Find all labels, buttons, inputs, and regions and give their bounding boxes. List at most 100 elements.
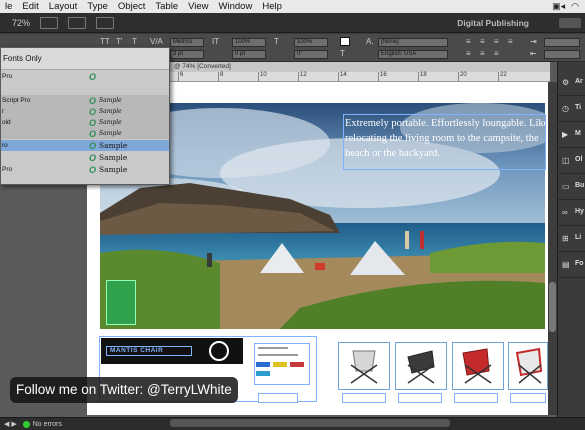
align-away-spine-icon[interactable]: ≡: [494, 49, 499, 58]
menu-view[interactable]: View: [183, 1, 213, 12]
font-menu-filter[interactable]: Fonts Only: [1, 48, 169, 70]
panel-tab-object-states[interactable]: ◫ Ol: [558, 148, 585, 174]
workspace-switcher[interactable]: Digital Publishing: [457, 18, 529, 28]
vertical-scale-field[interactable]: 100%: [232, 38, 266, 47]
chair-caption-frame[interactable]: [510, 393, 546, 403]
price-frame[interactable]: [258, 393, 298, 403]
hero-caption-frame[interactable]: Extremely portable. Effortlessly loungab…: [343, 114, 550, 170]
menu-bar: le Edit Layout Type Object Table View Wi…: [0, 0, 585, 13]
chair-thumbnail[interactable]: [452, 342, 504, 390]
align-center-icon[interactable]: ≡: [480, 37, 485, 46]
font-sample: Sample: [99, 130, 122, 137]
font-menu-dropdown[interactable]: Fonts Only Pro O Script Pro O Sample r O…: [0, 47, 170, 185]
panel-tab-buttons[interactable]: ▭ Bu: [558, 174, 585, 200]
superscript-icon[interactable]: T': [116, 37, 122, 46]
opentype-icon: O: [89, 152, 97, 163]
view-options-button[interactable]: [40, 16, 59, 29]
left-indent-field[interactable]: [544, 38, 580, 47]
panel-tab-liquid-layout[interactable]: ⊞ Li: [558, 226, 585, 252]
font-menu-item[interactable]: Script Pro O Sample: [1, 95, 169, 106]
font-name: ro: [2, 142, 8, 149]
panel-tab-timing[interactable]: ◷ Ti: [558, 96, 585, 122]
align-towards-spine-icon[interactable]: ≡: [480, 49, 485, 58]
skew-field[interactable]: 0°: [294, 50, 328, 59]
fill-swatch[interactable]: [340, 37, 350, 46]
brand-logo[interactable]: [209, 341, 229, 361]
font-name: Script Pro: [2, 97, 31, 104]
align-left-icon[interactable]: ≡: [466, 37, 471, 46]
vertical-scrollbar[interactable]: [548, 82, 557, 415]
chair-black-image: [407, 350, 435, 384]
horizontal-scrollbar[interactable]: [170, 419, 450, 427]
font-menu-item-selected[interactable]: ro O Sample: [1, 140, 169, 151]
preflight-status-icon[interactable]: [22, 420, 30, 428]
panel-dock: ⚙ Ar ◷ Ti ▶ M ◫ Ol ▭ Bu ∞ Hy ⊞ Li ▤ Fo: [557, 62, 585, 417]
all-caps-icon[interactable]: TT: [100, 37, 110, 46]
panel-tab-arrange[interactable]: ⚙ Ar: [558, 70, 585, 96]
scrollbar-thumb[interactable]: [549, 282, 556, 332]
panel-tab-folio[interactable]: ▤ Fo: [558, 252, 585, 278]
panel-tab-label: M: [575, 130, 581, 137]
ruler-tick: 20: [458, 72, 467, 82]
chair-red-white-image: [515, 347, 543, 384]
spec-line: [258, 347, 288, 349]
search-field[interactable]: [559, 17, 581, 28]
menu-type[interactable]: Type: [82, 1, 113, 12]
underline-icon[interactable]: T: [132, 37, 137, 46]
horizontal-scale-field[interactable]: 100%: [294, 38, 328, 47]
menu-table[interactable]: Table: [150, 1, 183, 12]
spec-line: [258, 354, 298, 356]
font-menu-item[interactable]: Pro O: [1, 71, 169, 82]
left-indent-icon: ⇥: [530, 37, 537, 46]
font-sample: Sample: [99, 108, 122, 115]
document-tab[interactable]: @ 74% [Converted]: [170, 62, 550, 72]
font-sample: Sample: [99, 153, 128, 162]
screen-mode-button[interactable]: [68, 16, 87, 29]
font-menu-item[interactable]: O Sample: [1, 152, 169, 163]
language-select[interactable]: English: USA: [378, 50, 448, 59]
font-menu-item[interactable]: old O Sample: [1, 117, 169, 128]
chair-caption-frame[interactable]: [342, 393, 386, 403]
menu-help[interactable]: Help: [257, 1, 287, 12]
chair-thumbnail[interactable]: [395, 342, 447, 390]
font-sample: Sample: [99, 97, 122, 104]
chair-caption-frame[interactable]: [398, 393, 442, 403]
chair-thumbnail[interactable]: [508, 342, 548, 390]
font-menu-item[interactable]: O Sample: [1, 128, 169, 139]
ruler-tick: 16: [378, 72, 387, 82]
first-line-indent-field[interactable]: [544, 50, 580, 59]
menu-edit[interactable]: Edit: [17, 1, 43, 12]
color-swatch-cyan: [256, 371, 270, 376]
panel-tab-label: Ol: [575, 156, 583, 163]
wifi-icon[interactable]: ◠: [571, 1, 579, 12]
green-placeholder-frame[interactable]: [106, 280, 136, 325]
menu-window[interactable]: Window: [214, 1, 258, 12]
baseline-shift-field[interactable]: 0 pt: [232, 50, 266, 59]
menu-object[interactable]: Object: [113, 1, 150, 12]
font-menu-item[interactable]: Pro O Sample: [1, 164, 169, 175]
preflight-status[interactable]: No errors: [33, 421, 62, 428]
align-right-icon[interactable]: ≡: [494, 37, 499, 46]
stroke-swatch-icon[interactable]: T: [340, 49, 345, 58]
zoom-level[interactable]: 72%: [12, 18, 30, 28]
object-states-icon: ◫: [562, 156, 570, 165]
character-style-select[interactable]: [None]: [378, 38, 448, 47]
panel-tab-media[interactable]: ▶ M: [558, 122, 585, 148]
font-menu-item[interactable]: r O Sample: [1, 106, 169, 117]
chair-thumbnail[interactable]: [338, 342, 390, 390]
opentype-icon: O: [89, 128, 97, 139]
font-sample: Sample: [99, 141, 128, 150]
kerning-field[interactable]: Metrics: [170, 38, 204, 47]
arrange-documents-button[interactable]: [96, 16, 115, 29]
justify-all-icon[interactable]: ≡: [466, 49, 471, 58]
leading-field[interactable]: 3 pt: [170, 50, 204, 59]
menu-layout[interactable]: Layout: [44, 1, 83, 12]
menu-file[interactable]: le: [0, 1, 17, 12]
page-nav-icon[interactable]: ◀ ▶: [4, 420, 17, 428]
product-title[interactable]: MANTIS CHAIR: [106, 346, 192, 356]
chair-caption-frame[interactable]: [454, 393, 498, 403]
panel-tab-hyperlinks[interactable]: ∞ Hy: [558, 200, 585, 226]
screen-record-icon[interactable]: ▣◂: [552, 1, 565, 12]
justify-icon[interactable]: ≡: [508, 37, 513, 46]
opentype-icon: O: [89, 106, 97, 117]
